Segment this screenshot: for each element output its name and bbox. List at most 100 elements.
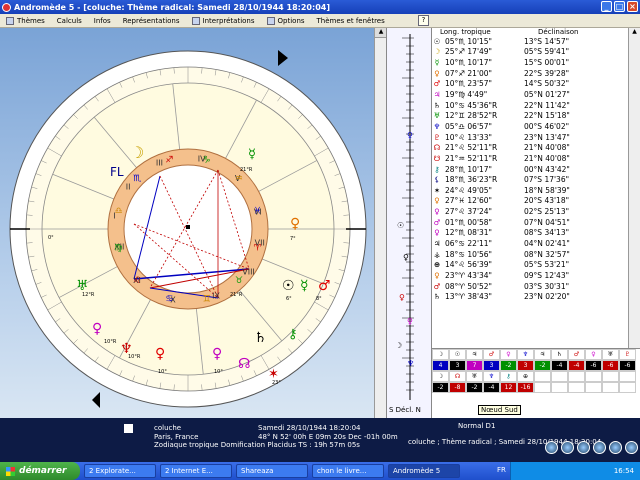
aspect-cell[interactable]: -4 [551, 360, 568, 371]
table-row[interactable]: ☉ 05°♏ 10'15" 13°S 14'57" [432, 36, 628, 47]
aspect-cell[interactable]: ♄ [551, 349, 568, 360]
menu-infos[interactable]: Infos [88, 14, 117, 28]
nav-icon[interactable] [561, 441, 574, 454]
table-row[interactable]: ⚶ 18°♋ 10'56" 08°N 32'57" [432, 249, 628, 260]
table-row[interactable]: ☽ 25°♐ 17'49" 05°S 59'41" [432, 47, 628, 58]
table-row[interactable]: ♃ 19°♍ 4'49" 05°N 01'27" [432, 89, 628, 100]
table-row[interactable]: ⚷ 28°♏ 10'17" 00°N 43'42" [432, 164, 628, 175]
aspect-cell[interactable] [534, 371, 551, 382]
table-row[interactable]: ✶ 24°♌ 49'05" 18°N 58'39" [432, 185, 628, 196]
table-row[interactable]: ☊ 21°♌ 52'11"R 21°N 40'08" [432, 142, 628, 153]
task-shareaza[interactable]: Shareaza [236, 464, 308, 478]
aspect-cell[interactable]: ♇ [619, 349, 636, 360]
table-row[interactable]: ☿ 10°♏ 10'17" 15°S 00'01" [432, 57, 628, 68]
aspect-cell[interactable]: ☉ [449, 349, 466, 360]
table-row[interactable]: ♄ 13°♈ 38'43" 23°N 02'20" [432, 291, 628, 302]
aspect-cell[interactable]: 7 [466, 360, 483, 371]
menu-calculs[interactable]: Calculs [51, 14, 88, 28]
table-row[interactable]: ♆ 05°♎ 06'57" 00°S 46'02" [432, 121, 628, 132]
table-scroll-up-icon[interactable]: ▲ [629, 28, 640, 38]
aspect-cell[interactable]: ⊕ [517, 371, 534, 382]
table-row[interactable]: ♃ 06°♋ 22'11" 04°N 02'41" [432, 238, 628, 249]
aspect-cell[interactable]: ♆ [517, 349, 534, 360]
aspect-cell[interactable]: -4 [483, 382, 500, 393]
info-icon[interactable] [625, 441, 638, 454]
aspect-cell[interactable] [568, 382, 585, 393]
aspect-cell[interactable] [568, 371, 585, 382]
menu-options[interactable]: Options [261, 14, 311, 28]
aspect-cell[interactable]: ♃ [466, 349, 483, 360]
table-row[interactable]: ♂ 01°♏ 00'58" 07°N 04'51" [432, 217, 628, 228]
task-internet[interactable]: 2 Internet E... [160, 464, 232, 478]
table-row[interactable]: ♂ 10°♏ 23'57" 14°S 50'32" [432, 79, 628, 90]
task-andromede[interactable]: Andromède 5 [388, 464, 460, 478]
aspect-cell[interactable] [619, 382, 636, 393]
aspect-cell[interactable] [551, 382, 568, 393]
aspect-cell[interactable]: ♅ [466, 371, 483, 382]
language-indicator[interactable]: FR [497, 466, 506, 474]
aspect-cell[interactable] [585, 371, 602, 382]
aspect-cell[interactable]: -6 [585, 360, 602, 371]
astro-chart[interactable]: I II III IV V VI VII VIII IX X XI XII ☽ ☿ ♀ ☉ ☿ ♂ ♄… [0, 28, 374, 418]
aspect-cell[interactable]: ♃ [534, 349, 551, 360]
aspect-cell[interactable]: 3 [483, 360, 500, 371]
table-row[interactable]: ⊕ 14°♌ 56'39" 05°S 53'21" [432, 259, 628, 270]
aspect-cell[interactable]: 4 [432, 360, 449, 371]
task-livre[interactable]: chon le livre... [312, 464, 384, 478]
table-row[interactable]: ♄ 10°♋ 45'36"R 22°N 11'42" [432, 100, 628, 111]
chart-scrollbar[interactable]: ▲ [374, 28, 387, 418]
table-row[interactable]: ⚸ 18°♏ 36'23"R 07°S 17'36" [432, 174, 628, 185]
aspect-cell[interactable]: ♆ [483, 371, 500, 382]
table-row[interactable]: ♅ 12°♊ 28'52"R 22°N 15'18" [432, 110, 628, 121]
aspect-cell[interactable] [551, 371, 568, 382]
exit-icon[interactable] [609, 441, 622, 454]
menu-themes[interactable]: Thèmes [0, 14, 51, 28]
aspect-cell[interactable] [619, 371, 636, 382]
table-row[interactable]: ♀ 27°♌ 37'24" 02°S 25'13" [432, 206, 628, 217]
task-explorer[interactable]: 2 Explorate... [84, 464, 156, 478]
aspect-cell[interactable]: -2 [432, 382, 449, 393]
table-row[interactable]: ♂ 08°♈ 50'52" 03°S 30'31" [432, 281, 628, 292]
aspect-cell[interactable]: ☽ [432, 371, 449, 382]
help-icon[interactable]: ? [418, 15, 429, 26]
table-scrollbar[interactable]: ▲ [628, 28, 640, 358]
aspect-cell[interactable]: ♅ [602, 349, 619, 360]
minimize-button[interactable]: _ [601, 1, 612, 12]
maximize-button[interactable]: □ [614, 1, 625, 12]
aspect-cell[interactable]: ☊ [449, 371, 466, 382]
close-button[interactable]: × [627, 1, 638, 12]
aspect-cell[interactable]: -2 [534, 360, 551, 371]
table-row[interactable]: ♀ 27°♓ 12'60" 20°S 43'18" [432, 196, 628, 207]
aspect-cell[interactable]: ♀ [500, 349, 517, 360]
aspect-cell[interactable] [602, 382, 619, 393]
menu-themes-fenetres[interactable]: Thèmes et fenêtres [311, 14, 391, 28]
aspect-cell[interactable]: ☽ [432, 349, 449, 360]
settings-icon[interactable] [577, 441, 590, 454]
globe-icon[interactable] [545, 441, 558, 454]
aspect-cell[interactable]: 3 [449, 360, 466, 371]
aspect-cell[interactable] [585, 382, 602, 393]
start-button[interactable]: démarrer [0, 462, 80, 480]
aspect-cell[interactable]: -6 [619, 360, 636, 371]
aspect-cell[interactable]: ♀ [585, 349, 602, 360]
table-row[interactable]: ♇ 10°♌ 13'33" 23°N 13'47" [432, 132, 628, 143]
aspect-cell[interactable]: -2 [500, 360, 517, 371]
table-row[interactable]: ☋ 21°♒ 52'11"R 21°N 40'08" [432, 153, 628, 164]
table-row[interactable]: ♀ 23°♈ 43'34" 09°S 12'43" [432, 270, 628, 281]
aspect-cell[interactable]: -16 [517, 382, 534, 393]
aspect-cell[interactable]: 3 [517, 360, 534, 371]
table-row[interactable]: ♀ 07°♐ 21'00" 22°S 39'28" [432, 68, 628, 79]
aspect-cell[interactable]: ⚷ [500, 371, 517, 382]
aspect-cell[interactable]: -4 [568, 360, 585, 371]
help-circle-icon[interactable] [593, 441, 606, 454]
aspect-cell[interactable]: -2 [466, 382, 483, 393]
aspect-cell[interactable]: 12 [500, 382, 517, 393]
menu-representations[interactable]: Représentations [117, 14, 186, 28]
table-row[interactable]: ♀ 12°♏ 08'31" 08°S 34'13" [432, 228, 628, 239]
aspect-cell[interactable]: -8 [449, 382, 466, 393]
aspect-cell[interactable] [534, 382, 551, 393]
printer-icon[interactable] [124, 424, 133, 433]
aspect-cell[interactable] [602, 371, 619, 382]
aspect-cell[interactable]: -6 [602, 360, 619, 371]
aspect-cell[interactable]: ♂ [568, 349, 585, 360]
